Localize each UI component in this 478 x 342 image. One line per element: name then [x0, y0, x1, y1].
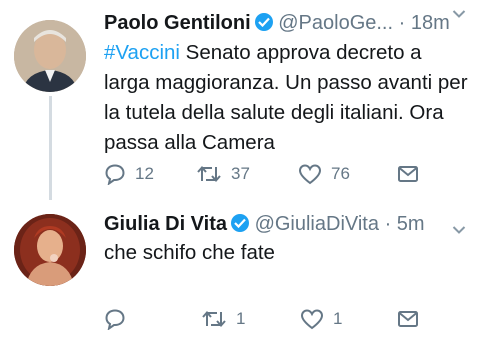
- reply-count: 12: [135, 164, 154, 183]
- author-handle[interactable]: @GiuliaDiVita: [255, 213, 379, 235]
- timestamp[interactable]: 5m: [397, 213, 425, 235]
- tweet-text: che schifo che fate: [104, 241, 275, 264]
- direct-message-icon: [398, 311, 418, 327]
- retweet-icon: [202, 310, 226, 328]
- reply-icon: [105, 309, 125, 330]
- retweet-button[interactable]: 37: [196, 161, 250, 187]
- like-count: 76: [331, 164, 350, 183]
- like-icon: [298, 164, 322, 185]
- tweet-text: #Vaccini Senato approva decreto a larga …: [104, 38, 468, 158]
- direct-message-button[interactable]: [397, 161, 419, 187]
- direct-message-icon: [398, 166, 418, 182]
- tweet-header: Paolo Gentiloni @PaoloGe... · 18m: [104, 11, 450, 35]
- timestamp[interactable]: 18m: [411, 12, 450, 34]
- like-count: 1: [333, 309, 343, 328]
- like-button[interactable]: 1: [300, 306, 342, 332]
- tweet-gentiloni[interactable]: Paolo Gentiloni @PaoloGe... · 18m #Vacci…: [0, 0, 478, 200]
- thread-line: [49, 96, 52, 200]
- retweet-count: 37: [231, 164, 250, 183]
- avatar-paolo-gentiloni[interactable]: [14, 20, 86, 92]
- author-name[interactable]: Giulia Di Vita: [104, 213, 227, 235]
- tweet-header: Giulia Di Vita @GiuliaDiVita · 5m: [104, 212, 425, 236]
- like-button[interactable]: 76: [298, 161, 350, 187]
- tweet-divita[interactable]: Giulia Di Vita @GiuliaDiVita · 5m che sc…: [0, 200, 478, 342]
- retweet-button[interactable]: 1: [201, 306, 245, 332]
- separator-dot: ·: [384, 213, 392, 235]
- retweet-icon: [197, 165, 221, 183]
- reply-button[interactable]: 12: [104, 161, 154, 187]
- direct-message-button[interactable]: [397, 306, 419, 332]
- reply-icon: [105, 164, 125, 185]
- avatar-giulia-di-vita[interactable]: [14, 214, 86, 286]
- retweet-count: 1: [236, 309, 246, 328]
- hashtag-link[interactable]: #Vaccini: [104, 41, 180, 64]
- chevron-down-icon[interactable]: [452, 6, 466, 24]
- author-name[interactable]: Paolo Gentiloni: [104, 12, 251, 34]
- tweet-actions: 12 37 76: [104, 161, 424, 187]
- like-icon: [300, 309, 324, 330]
- tweet-actions: 1 1: [104, 306, 424, 332]
- separator-dot: ·: [398, 12, 406, 34]
- verified-badge-icon: [254, 13, 273, 31]
- verified-badge-icon: [231, 214, 249, 232]
- author-handle[interactable]: @PaoloGe...: [278, 12, 393, 34]
- reply-button[interactable]: [104, 306, 135, 332]
